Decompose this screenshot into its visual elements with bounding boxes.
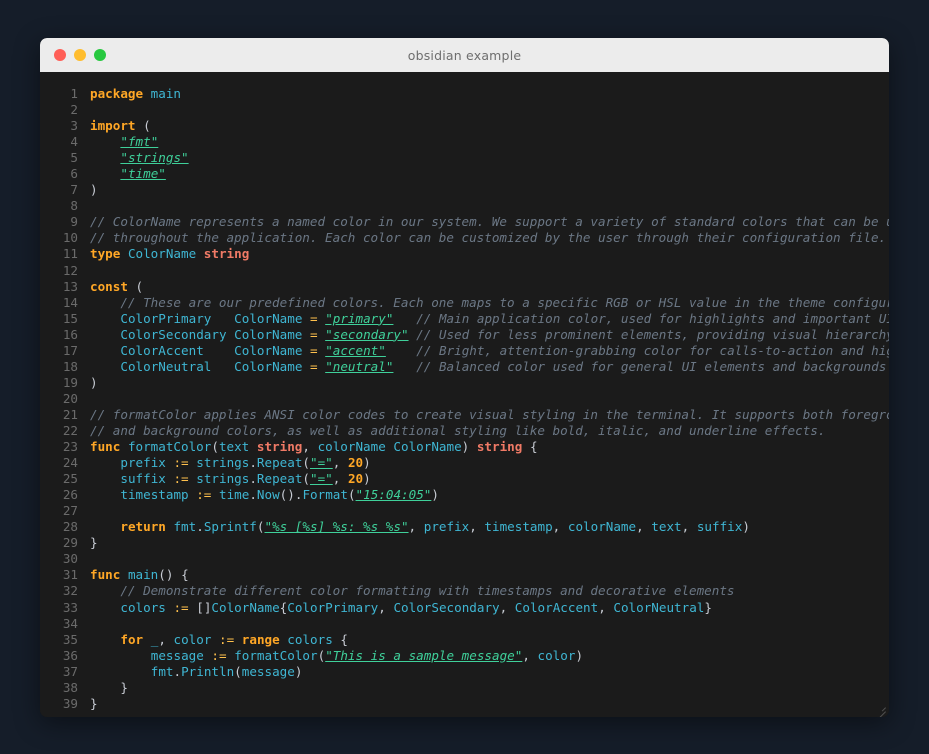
window-titlebar[interactable]: obsidian example — [40, 38, 889, 72]
line-number: 3 — [70, 118, 78, 134]
code-line: 39} — [40, 696, 889, 712]
code-line: 15 ColorPrimary ColorName = "primary" //… — [40, 311, 889, 327]
code-line: 38 } — [40, 680, 889, 696]
code-line: 2 — [40, 102, 889, 118]
line-number: 25 — [62, 471, 78, 487]
line-number: 10 — [62, 230, 78, 246]
code-line: 33 colors := []ColorName{ColorPrimary, C… — [40, 600, 889, 616]
code-editor-window: obsidian example 1 package main 2 3 import (… — [40, 38, 889, 717]
line-number: 27 — [62, 503, 78, 519]
code-line: 3 import ( — [40, 118, 889, 134]
line-number: 36 — [62, 647, 78, 663]
code-line: 1 package main — [40, 86, 889, 102]
line-number: 16 — [62, 326, 78, 342]
line-number: 35 — [62, 631, 78, 647]
code-line: 27 — [40, 503, 889, 519]
line-number: 18 — [62, 358, 78, 374]
code-line: 30 — [40, 551, 889, 567]
code-line: 4 "fmt" — [40, 134, 889, 150]
line-number: 20 — [62, 390, 78, 406]
code-line: 28 return fmt.Sprintf("%s [%s] %s: %s %s… — [40, 519, 889, 535]
line-number: 17 — [62, 342, 78, 358]
code-line: 20 — [40, 391, 889, 407]
line-number: 24 — [62, 455, 78, 471]
resize-handle-icon[interactable] — [875, 703, 886, 717]
code-line: 8 — [40, 198, 889, 214]
line-number: 28 — [62, 519, 78, 535]
line-number: 4 — [70, 134, 78, 150]
line-number: 21 — [62, 406, 78, 422]
line-number: 38 — [62, 679, 78, 695]
code-line: 21// formatColor applies ANSI color code… — [40, 407, 889, 423]
code-line: 29} — [40, 535, 889, 551]
code-line: 6 "time" — [40, 166, 889, 182]
code-line: 22// and background colors, as well as a… — [40, 423, 889, 439]
code-line: 26 timestamp := time.Now().Format("15:04… — [40, 487, 889, 503]
line-number: 5 — [70, 150, 78, 166]
code-line: 34 — [40, 616, 889, 632]
code-line: 17 ColorAccent ColorName = "accent" // B… — [40, 343, 889, 359]
line-number: 6 — [70, 166, 78, 182]
line-number: 22 — [62, 422, 78, 438]
line-number: 32 — [62, 583, 78, 599]
code-line: 13 const ( — [40, 279, 889, 295]
code-line: 10// throughout the application. Each co… — [40, 230, 889, 246]
line-number: 14 — [62, 294, 78, 310]
window-title: obsidian example — [407, 47, 522, 63]
code-line: 36 message := formatColor("This is a sam… — [40, 648, 889, 664]
code-line: 18 ColorNeutral ColorName = "neutral" //… — [40, 359, 889, 375]
code-line: 5 "strings" — [40, 150, 889, 166]
line-number: 29 — [62, 535, 78, 551]
line-number: 30 — [62, 551, 78, 567]
code-line: 19) — [40, 375, 889, 391]
line-number: 33 — [62, 599, 78, 615]
minimize-window-button[interactable] — [74, 49, 86, 61]
code-line: 14 // These are our predefined colors. E… — [40, 295, 889, 311]
line-number: 37 — [62, 663, 78, 679]
maximize-window-button[interactable] — [94, 49, 106, 61]
line-number: 2 — [70, 102, 78, 118]
line-number: 12 — [62, 262, 78, 278]
code-line: 23 func formatColor(text string, colorNam… — [40, 439, 889, 455]
line-number: 26 — [62, 487, 78, 503]
code-line: 9// ColorName represents a named color i… — [40, 214, 889, 230]
line-number: 15 — [62, 310, 78, 326]
close-window-button[interactable] — [54, 49, 66, 61]
line-number: 39 — [62, 695, 78, 711]
window-controls — [54, 49, 106, 61]
code-line: 35 for _, color := range colors { — [40, 632, 889, 648]
code-line: 32 // Demonstrate different color format… — [40, 583, 889, 599]
line-number: 31 — [62, 567, 78, 583]
code-line: 31 func main() { — [40, 567, 889, 583]
line-number: 19 — [62, 374, 78, 390]
code-line: 24 prefix := strings.Repeat("=", 20) — [40, 455, 889, 471]
line-number: 8 — [70, 198, 78, 214]
line-number: 34 — [62, 615, 78, 631]
line-number: 13 — [62, 278, 78, 294]
line-number: 7 — [70, 182, 78, 198]
line-number: 9 — [70, 214, 78, 230]
code-line: 11 type ColorName string — [40, 246, 889, 262]
code-viewport[interactable]: 1 package main 2 3 import (4 "fmt" 5 "strings… — [40, 72, 889, 717]
line-number: 11 — [62, 246, 78, 262]
code-line: 16 ColorSecondary ColorName = "secondary… — [40, 327, 889, 343]
code-line: 7) — [40, 182, 889, 198]
line-number: 23 — [62, 439, 78, 455]
code-line: 12 — [40, 263, 889, 279]
code-line: 37 fmt.Println(message) — [40, 664, 889, 680]
line-number: 1 — [70, 86, 78, 101]
code-line: 25 suffix := strings.Repeat("=", 20) — [40, 471, 889, 487]
code-content: 1 package main 2 3 import (4 "fmt" 5 "strings… — [40, 86, 889, 712]
